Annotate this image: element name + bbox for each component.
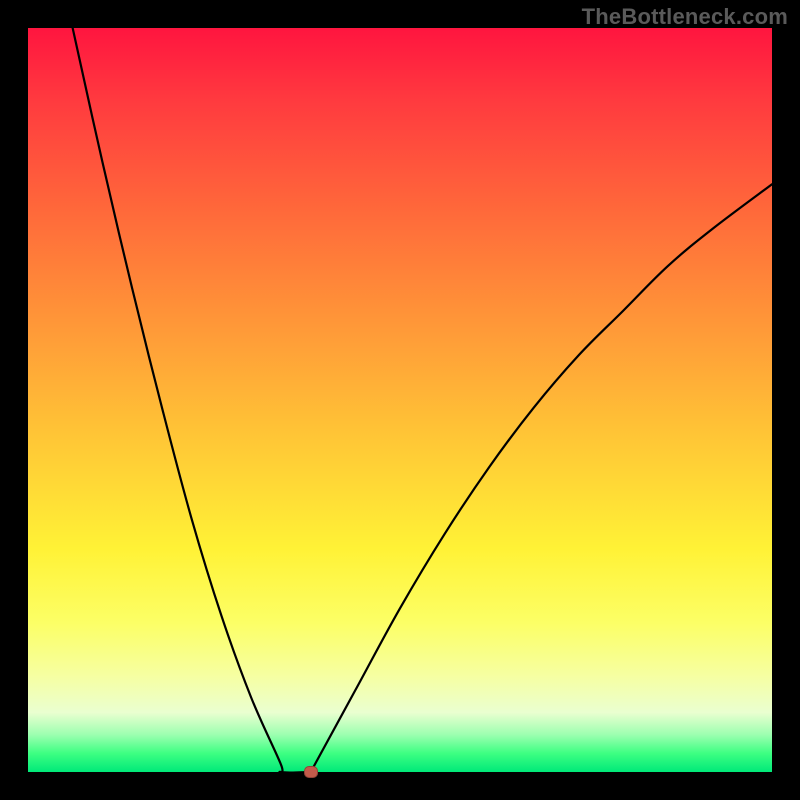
chart-root: TheBottleneck.com (0, 0, 800, 800)
plot-gradient (28, 28, 772, 772)
